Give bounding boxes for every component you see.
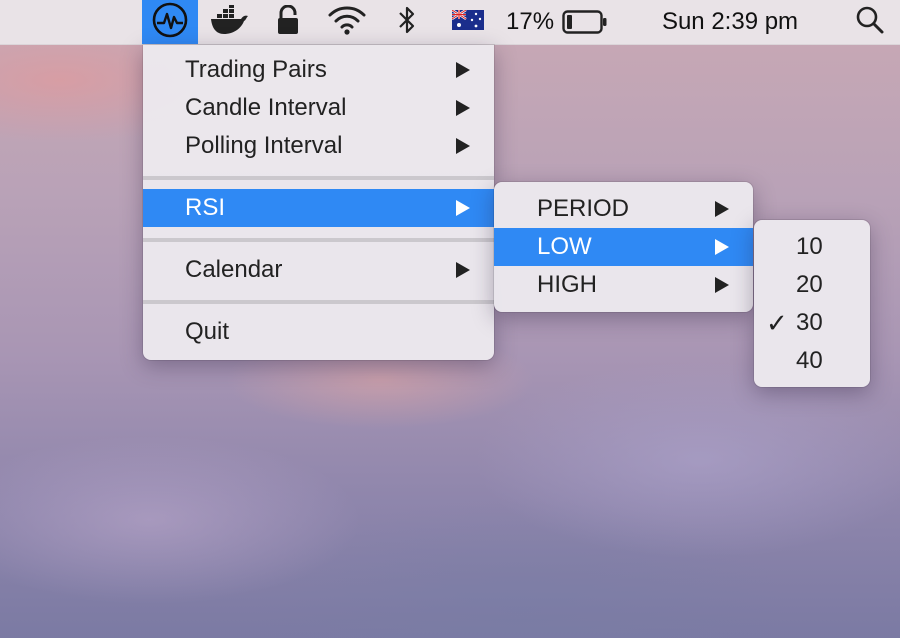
menu-item-low-30[interactable]: ✓ 30 — [754, 304, 870, 342]
battery-percent: 17% — [506, 8, 555, 35]
pulse-icon — [150, 0, 190, 45]
wifi-icon — [327, 4, 367, 41]
rsi-submenu: PERIOD LOW HIGH — [494, 182, 753, 312]
menu-item-label: Calendar — [185, 256, 283, 283]
menu-item-label: 20 — [796, 271, 823, 298]
menu-item-period[interactable]: PERIOD — [494, 190, 753, 228]
menu-separator — [143, 300, 494, 304]
menu-item-trading-pairs[interactable]: Trading Pairs — [143, 51, 494, 89]
menu-item-label: Candle Interval — [185, 94, 347, 121]
docker-status-item[interactable] — [206, 0, 252, 44]
submenu-arrow-icon — [456, 262, 470, 278]
clock: Sun 2:39 pm — [661, 8, 799, 35]
bluetooth-status-item[interactable] — [392, 0, 422, 44]
app-menu: Trading Pairs Candle Interval Polling In… — [143, 45, 494, 360]
menu-item-low-10[interactable]: 10 — [754, 228, 870, 266]
low-value-submenu: 10 20 ✓ 30 40 — [754, 220, 870, 387]
docker-whale-icon — [209, 4, 249, 40]
battery-status-item[interactable]: 17% — [506, 0, 610, 44]
submenu-arrow-icon — [456, 200, 470, 216]
menu-item-quit[interactable]: Quit — [143, 313, 494, 351]
menu-item-rsi[interactable]: RSI — [143, 189, 494, 227]
menu-bar: 17% Sun 2:39 pm — [0, 0, 900, 45]
submenu-arrow-icon — [456, 100, 470, 116]
menu-item-label: Polling Interval — [185, 132, 343, 159]
menu-item-high[interactable]: HIGH — [494, 266, 753, 304]
menu-item-label: Quit — [185, 318, 230, 345]
search-icon — [855, 5, 885, 40]
menu-item-candle-interval[interactable]: Candle Interval — [143, 89, 494, 127]
submenu-arrow-icon — [715, 201, 729, 217]
menu-item-low[interactable]: LOW — [494, 228, 753, 266]
lock-icon — [275, 4, 301, 40]
battery-icon — [562, 10, 608, 34]
bluetooth-icon — [397, 4, 417, 41]
menu-separator — [143, 176, 494, 180]
menu-item-label: RSI — [185, 194, 226, 221]
menu-item-polling-interval[interactable]: Polling Interval — [143, 127, 494, 165]
menu-item-label: 30 — [796, 309, 823, 336]
menu-item-label: 10 — [796, 233, 823, 260]
app-status-item[interactable] — [142, 0, 198, 44]
menu-item-label: PERIOD — [537, 195, 630, 222]
menu-item-label: HIGH — [537, 271, 597, 298]
menu-item-low-20[interactable]: 20 — [754, 266, 870, 304]
menu-item-calendar[interactable]: Calendar — [143, 251, 494, 289]
clock-status-item[interactable]: Sun 2:39 pm — [640, 0, 820, 44]
battery-level-fill — [567, 15, 573, 29]
menu-item-label: Trading Pairs — [185, 56, 327, 83]
menu-item-label: 40 — [796, 347, 823, 374]
menu-separator — [143, 238, 494, 242]
lock-status-item[interactable] — [270, 0, 306, 44]
menu-item-label: LOW — [537, 233, 592, 260]
submenu-arrow-icon — [715, 239, 729, 255]
spotlight-status-item[interactable] — [850, 0, 890, 44]
wifi-status-item[interactable] — [324, 0, 370, 44]
submenu-arrow-icon — [456, 138, 470, 154]
checkmark-icon: ✓ — [766, 307, 788, 338]
australia-flag-icon — [451, 8, 484, 35]
submenu-arrow-icon — [715, 277, 729, 293]
menu-item-low-40[interactable]: 40 — [754, 342, 870, 380]
input-source-item[interactable] — [448, 0, 488, 44]
submenu-arrow-icon — [456, 62, 470, 78]
